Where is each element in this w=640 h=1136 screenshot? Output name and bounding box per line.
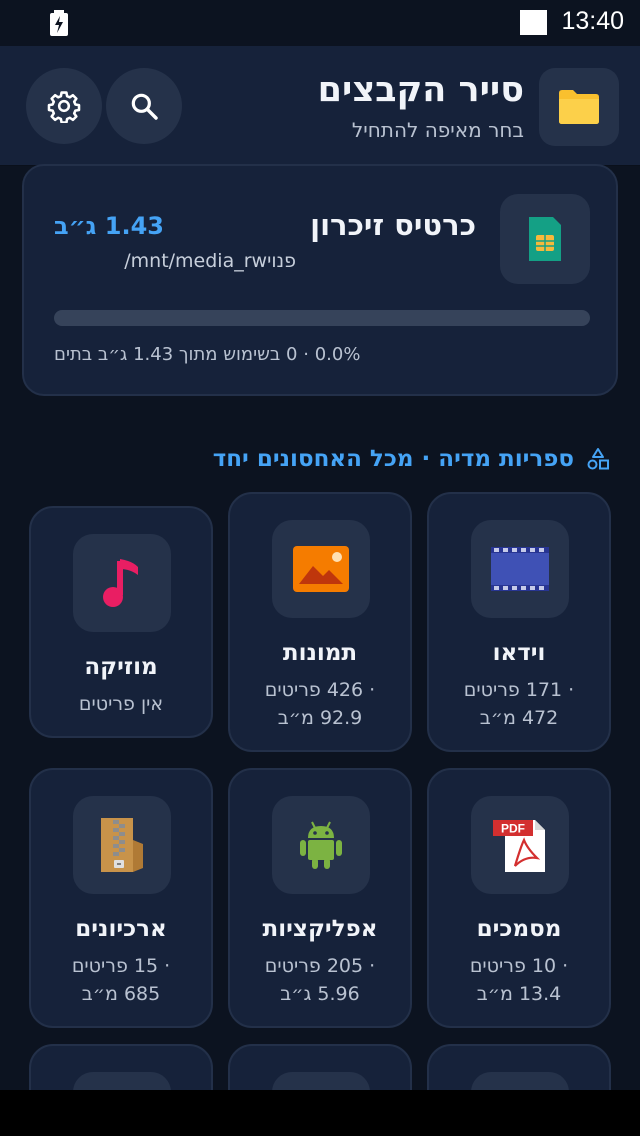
storage-usage-text: 0.0% · 0 בשימוש מתוך 1.43 ג״ב בתים (54, 344, 360, 365)
status-time: 13:40 (561, 7, 624, 35)
tile-icon-box (73, 534, 171, 632)
navigation-bar (0, 1090, 640, 1136)
pdf-icon: PDF (493, 820, 545, 872)
tile-meta: · 10 פריטים 13.4 מ״ב (429, 952, 609, 1008)
tile-title: ארכיונים (75, 916, 167, 942)
tile-archives[interactable]: ארכיונים · 15 פריטים 685 מ״ב (29, 768, 213, 1028)
storage-path-value: /mnt/media_rw (124, 250, 268, 272)
usage-percent: 0.0% (314, 344, 361, 365)
shapes-icon (587, 448, 609, 470)
tile-count: · 205 פריטים (264, 955, 376, 977)
tile-apps[interactable]: אפליקציות · 205 פריטים 5.96 ג״ב (228, 768, 412, 1028)
battery-charging-icon (50, 10, 68, 36)
tile-icon-box (272, 520, 370, 618)
tile-title: אפליקציות (262, 916, 378, 942)
storage-free-space: 1.43 ג״ב (54, 212, 164, 240)
storage-path-suffix: פנוי (267, 250, 296, 272)
sd-card-icon (529, 217, 561, 261)
tile-documents[interactable]: PDF מסמכים · 10 פריטים 13.4 מ״ב (427, 768, 611, 1028)
tile-icon-box (471, 520, 569, 618)
tile-icon-box: PDF (471, 796, 569, 894)
tile-count: · 15 פריטים (71, 955, 171, 977)
storage-card[interactable]: כרטיס זיכרון 1.43 ג״ב /mnt/media_rwפנוי … (22, 164, 618, 396)
tile-title: מוזיקה (84, 654, 158, 680)
usage-detail: 0 בשימוש מתוך 1.43 ג״ב בתים (54, 344, 298, 365)
tile-images[interactable]: תמונות · 426 פריטים 92.9 מ״ב (228, 492, 412, 752)
sim-icon (520, 10, 547, 35)
tile-meta: אין פריטים (31, 690, 211, 718)
app-subtitle: בחר מאיפה להתחיל (351, 118, 524, 142)
search-icon (131, 93, 158, 120)
tile-count: אין פריטים (78, 693, 164, 715)
tile-size: 13.4 מ״ב (476, 983, 562, 1005)
settings-button[interactable] (26, 68, 102, 144)
folder-icon (559, 90, 599, 124)
tile-count: · 171 פריטים (463, 679, 575, 701)
tile-meta: · 171 פריטים 472 מ״ב (429, 676, 609, 732)
section-title: ספריות מדיה · מכל האחסונים יחד (212, 446, 574, 472)
gear-icon (47, 91, 81, 123)
app-title: סייר הקבצים (317, 70, 524, 110)
app-logo (539, 68, 619, 146)
tile-size: 92.9 מ״ב (277, 707, 363, 729)
usage-separator: · (303, 344, 309, 365)
search-button[interactable] (106, 68, 182, 144)
tile-title: תמונות (282, 640, 358, 666)
media-libraries-header: ספריות מדיה · מכל האחסונים יחד (213, 446, 610, 472)
svg-text:PDF: PDF (501, 822, 525, 836)
tile-count: · 426 פריטים (264, 679, 376, 701)
music-icon (103, 559, 138, 607)
tile-video[interactable]: וידאו · 171 פריטים 472 מ״ב (427, 492, 611, 752)
image-icon (293, 546, 349, 592)
tile-icon-box (73, 796, 171, 894)
tile-size: 685 מ״ב (81, 983, 161, 1005)
android-icon (300, 821, 342, 869)
tile-music[interactable]: מוזיקה אין פריטים (29, 506, 213, 738)
status-bar: 13:40 (0, 0, 640, 46)
tile-icon-box (272, 796, 370, 894)
video-icon (491, 547, 549, 591)
archive-icon (101, 818, 143, 872)
tile-meta: · 205 פריטים 5.96 ג״ב (230, 952, 410, 1008)
tile-count: · 10 פריטים (469, 955, 569, 977)
tile-title: וידאו (492, 640, 546, 666)
tile-meta: · 426 פריטים 92.9 מ״ב (230, 676, 410, 732)
tile-size: 472 מ״ב (479, 707, 559, 729)
storage-name: כרטיס זיכרון (310, 208, 476, 242)
app-bar: סייר הקבצים בחר מאיפה להתחיל (0, 46, 640, 166)
sd-card-tile (500, 194, 590, 284)
tile-meta: · 15 פריטים 685 מ״ב (31, 952, 211, 1008)
storage-usage-bar (54, 310, 590, 326)
tile-title: מסמכים (476, 916, 562, 942)
storage-path: /mnt/media_rwפנוי (124, 250, 296, 272)
tile-size: 5.96 ג״ב (280, 983, 360, 1005)
